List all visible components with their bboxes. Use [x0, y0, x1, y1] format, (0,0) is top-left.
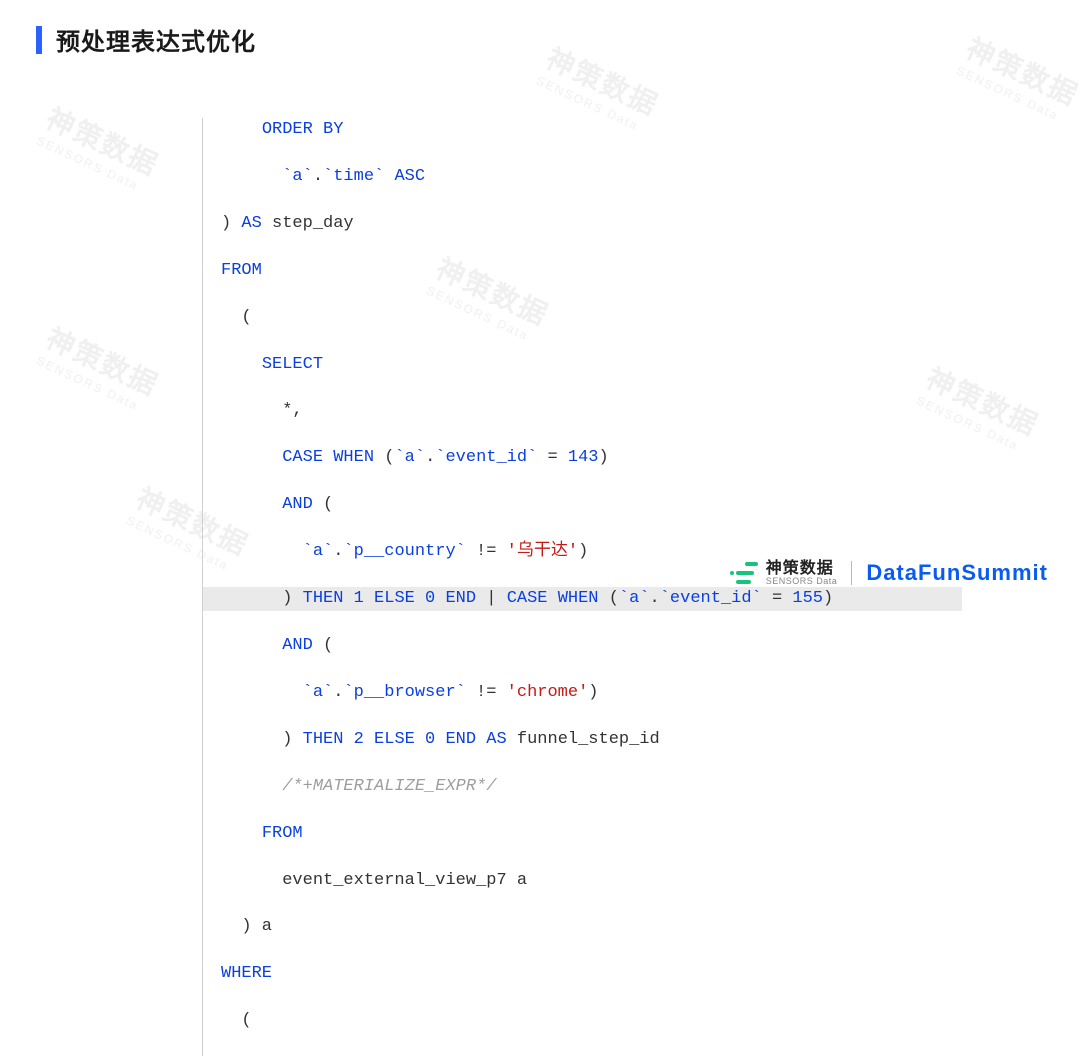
sensors-name-cn: 神策数据	[766, 561, 838, 577]
title-accent	[36, 26, 42, 54]
sql-code-block: ORDER BY `a`.`time` ASC ) AS step_day FR…	[202, 118, 962, 1056]
slide-title: 预处理表达式优化	[56, 22, 256, 57]
watermark-en: SENSORS Data	[34, 133, 149, 196]
footer-divider	[851, 561, 852, 585]
datafunsummit-label: DataFunSummit	[866, 560, 1048, 586]
watermark-cn: 神策数据	[41, 103, 163, 182]
sensors-logo: 神策数据 SENSORS Data	[736, 561, 838, 586]
sensors-logo-icon	[736, 562, 758, 584]
sensors-name-en: SENSORS Data	[766, 577, 838, 586]
footer: 神策数据 SENSORS Data DataFunSummit	[736, 560, 1048, 586]
slide-title-bar: 预处理表达式优化	[0, 0, 1080, 57]
